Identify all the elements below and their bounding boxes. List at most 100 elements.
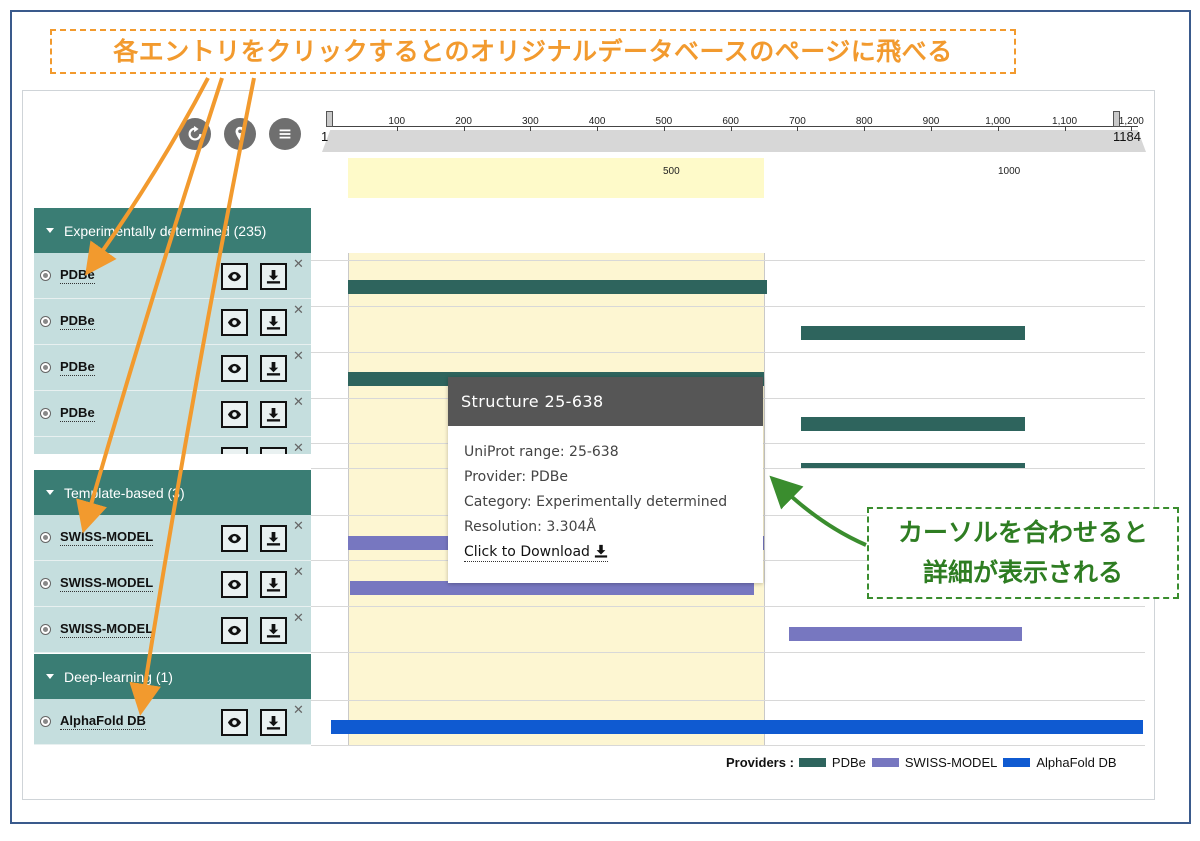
click-entry-annotation: 各エントリをクリックするとのオリジナルデータベースのページに飛べる (50, 29, 1016, 74)
hover-annotation-line2: 詳細が表示される (922, 558, 1123, 587)
legend-swatch (871, 757, 899, 767)
structure-bar-swiss-model[interactable] (350, 581, 754, 595)
eye-icon[interactable] (221, 355, 248, 382)
close-icon[interactable]: ✕ (293, 256, 304, 272)
track-row-line (311, 306, 1145, 307)
download-icon[interactable] (260, 447, 287, 454)
eye-icon[interactable] (221, 401, 248, 428)
menu-icon[interactable] (269, 118, 301, 150)
legend-item-alphafold: AlphaFold DB (1003, 754, 1117, 770)
tooltip-resolution: Resolution: 3.304Å (464, 519, 596, 535)
entry-row[interactable]: PDBe ✕ (34, 299, 311, 345)
entry-radio[interactable] (40, 408, 51, 419)
close-icon[interactable]: ✕ (293, 702, 304, 718)
overview-highlight (348, 158, 764, 198)
entry-provider-link[interactable]: PDBe (60, 451, 95, 454)
eye-icon[interactable] (221, 571, 248, 598)
structure-bar-pdbe[interactable] (348, 280, 767, 294)
structure-bar-pdbe[interactable] (801, 417, 1025, 431)
caret-down-icon (46, 490, 54, 495)
track-divider (348, 253, 349, 745)
ruler-tick-label: 300 (521, 116, 539, 127)
entry-row[interactable]: PDBe ✕ (34, 345, 311, 391)
eye-icon[interactable] (221, 709, 248, 736)
entry-provider-link[interactable]: AlphaFold DB (60, 713, 146, 730)
entry-radio[interactable] (40, 532, 51, 543)
ruler-tick-label: 800 (855, 116, 873, 127)
close-icon[interactable]: ✕ (293, 302, 304, 318)
tooltip-provider: Provider: PDBe (464, 469, 569, 485)
download-icon[interactable] (260, 401, 287, 428)
track-row-line (311, 260, 1145, 261)
download-icon[interactable] (260, 309, 287, 336)
close-icon[interactable]: ✕ (293, 348, 304, 364)
entry-provider-link[interactable]: PDBe (60, 405, 95, 422)
download-icon[interactable] (260, 617, 287, 644)
legend-label: AlphaFold DB (1036, 754, 1117, 770)
overview-label-500: 500 (663, 166, 680, 177)
entry-radio[interactable] (40, 578, 51, 589)
eye-icon[interactable] (221, 263, 248, 290)
entry-row[interactable]: AlphaFold DB ✕ (34, 699, 311, 745)
category-title: Template-based (3) (64, 484, 185, 501)
download-icon[interactable] (260, 709, 287, 736)
entry-row[interactable]: PDBe ✕ (34, 391, 311, 437)
close-icon[interactable]: ✕ (293, 518, 304, 534)
entry-row[interactable]: SWISS-MODEL ✕ (34, 607, 311, 653)
entry-row[interactable]: SWISS-MODEL ✕ (34, 561, 311, 607)
entry-radio[interactable] (40, 716, 51, 727)
structure-bar-alphafold[interactable] (331, 720, 1143, 734)
download-icon[interactable] (260, 525, 287, 552)
hover-annotation: カーソルを合わせると 詳細が表示される (867, 507, 1179, 599)
entry-provider-link[interactable]: SWISS-MODEL (60, 529, 154, 546)
track-row-line (311, 652, 1145, 653)
track-row-line (311, 352, 1145, 353)
category-experimentally-determined[interactable]: Experimentally determined (235) (34, 208, 311, 253)
entry-radio[interactable] (40, 270, 51, 281)
structure-bar-pdbe[interactable] (801, 326, 1025, 340)
entry-provider-link[interactable]: PDBe (60, 359, 95, 376)
caret-down-icon (46, 228, 54, 233)
ruler-tick-label: 200 (455, 116, 472, 127)
download-icon[interactable] (260, 571, 287, 598)
caret-down-icon (46, 674, 54, 679)
tooltip-download-link[interactable]: Click to Download (464, 544, 608, 562)
close-icon[interactable]: ✕ (293, 394, 304, 410)
tooltip-category: Category: Experimentally determined (464, 494, 728, 510)
entry-provider-link[interactable]: PDBe (60, 313, 95, 330)
entry-row[interactable]: PDBe ✕ (34, 253, 311, 299)
ruler-left-handle[interactable] (326, 111, 333, 127)
reset-icon[interactable] (179, 118, 211, 150)
ruler-tick-label: 1,100 (1052, 116, 1078, 127)
entry-provider-link[interactable]: SWISS-MODEL (60, 621, 154, 638)
overview-label-1000: 1000 (998, 166, 1021, 177)
legend-swatch (798, 757, 826, 767)
track-divider (764, 253, 765, 745)
download-icon[interactable] (260, 355, 287, 382)
eye-icon[interactable] (221, 309, 248, 336)
category-template-based[interactable]: Template-based (3) (34, 470, 311, 515)
eye-icon[interactable] (221, 525, 248, 552)
sequence-ruler[interactable]: 100 200 300 400 500 600 700 800 900 1,000 1,100 1,2… (322, 111, 1146, 151)
pin-icon[interactable] (224, 118, 256, 150)
entry-provider-link[interactable]: PDBe (60, 267, 95, 284)
close-icon[interactable]: ✕ (293, 440, 304, 454)
eye-icon[interactable] (221, 447, 248, 454)
entry-radio[interactable] (40, 362, 51, 373)
category-deep-learning[interactable]: Deep-learning (1) (34, 654, 311, 699)
entry-radio[interactable] (40, 316, 51, 327)
providers-legend: Providers : PDBe SWISS-MODEL AlphaFold D… (726, 754, 1123, 770)
ruler-tick-label: 400 (588, 116, 606, 127)
entry-provider-link[interactable]: SWISS-MODEL (60, 575, 154, 592)
download-icon[interactable] (260, 263, 287, 290)
entry-row[interactable]: PDBe ✕ (34, 437, 311, 454)
structure-bar-swiss-model[interactable] (789, 627, 1022, 641)
eye-icon[interactable] (221, 617, 248, 644)
structure-bar-pdbe[interactable] (801, 463, 1025, 468)
entry-row[interactable]: SWISS-MODEL ✕ (34, 515, 311, 561)
close-icon[interactable]: ✕ (293, 610, 304, 626)
legend-item-pdbe: PDBe (798, 755, 866, 770)
close-icon[interactable]: ✕ (293, 564, 304, 580)
legend-label: SWISS-MODEL (904, 754, 998, 770)
entry-radio[interactable] (40, 624, 51, 635)
